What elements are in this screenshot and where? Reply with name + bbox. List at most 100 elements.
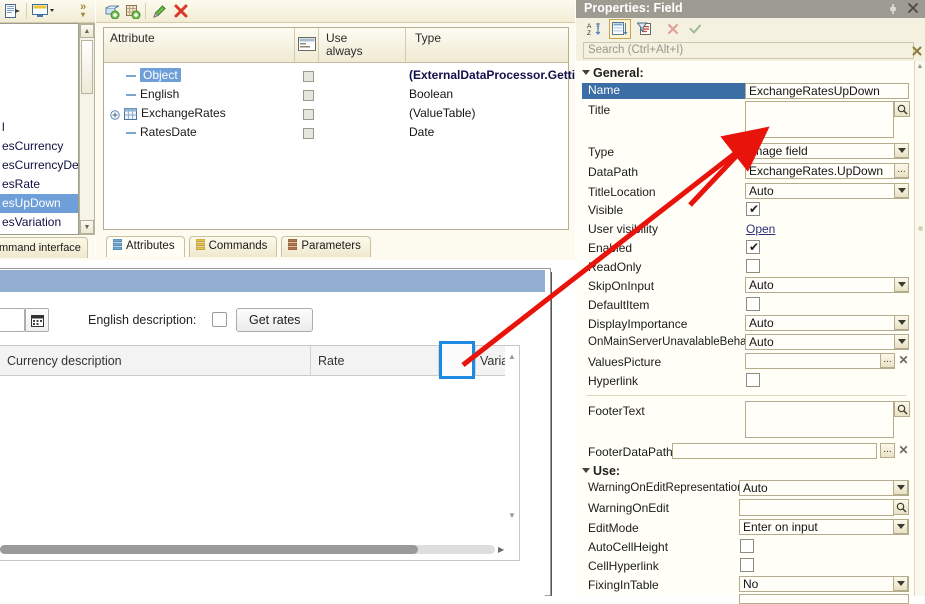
property-checkbox-enabled[interactable]: ✔	[746, 240, 760, 254]
group-header-use[interactable]: Use:	[582, 464, 620, 478]
english-description-checkbox[interactable]	[212, 312, 227, 327]
property-value-titlelocation[interactable]: Auto	[745, 183, 909, 199]
sort-alphabetical-icon[interactable]: AZ	[584, 19, 606, 39]
use-always-checkbox[interactable]	[303, 128, 314, 139]
property-checkbox-readonly[interactable]	[746, 259, 760, 273]
property-value-skiponinput[interactable]: Auto	[745, 277, 909, 293]
property-value-displayimportance[interactable]: Auto	[745, 315, 909, 331]
property-value-valuespicture[interactable]	[745, 353, 895, 369]
column-header-use-always[interactable]: Use always	[320, 28, 408, 62]
rates-table-vertical-scrollbar[interactable]: ▲ ▼	[505, 346, 519, 542]
property-checkbox-autocellheight[interactable]	[740, 539, 754, 553]
clear-search-icon[interactable]	[910, 42, 924, 59]
list-item-selected[interactable]: esUpDown	[0, 194, 78, 213]
displayimportance-dropdown-chevron-icon[interactable]	[894, 315, 909, 330]
use-always-checkbox[interactable]	[303, 109, 314, 120]
list-item[interactable]: esRate	[0, 175, 78, 194]
pin-icon[interactable]	[886, 2, 900, 16]
tab-commands[interactable]: Commands	[188, 236, 278, 257]
column-header-type[interactable]: Type	[409, 28, 569, 62]
property-value-warningonedit[interactable]	[739, 499, 894, 516]
tab-command-interface[interactable]: mmand interface	[0, 237, 88, 258]
get-rates-button[interactable]: Get rates	[236, 308, 314, 332]
property-value-type[interactable]: Image field	[745, 143, 909, 159]
scrollbar-thumb[interactable]	[0, 545, 418, 554]
use-always-checkbox[interactable]	[303, 71, 314, 82]
edit-icon[interactable]	[149, 2, 169, 20]
scroll-up-arrow-icon[interactable]: ▲	[508, 352, 516, 361]
calendar-icon[interactable]	[25, 308, 49, 332]
property-link-user-visibility[interactable]: Open	[746, 222, 775, 236]
left-list-vertical-scrollbar[interactable]: ▲ ▼	[79, 23, 95, 235]
column-header-currency-description[interactable]: Currency description	[7, 346, 122, 376]
overflow-chevrons-icon[interactable]: » ▾	[74, 0, 92, 22]
warningonedit-representation-dropdown-chevron-icon[interactable]	[893, 480, 908, 495]
table-row[interactable]: ExchangeRates (ValueTable)	[104, 104, 568, 123]
collapse-triangle-icon[interactable]	[582, 70, 590, 75]
open-module-icon[interactable]	[2, 2, 22, 20]
filter-icon[interactable]	[634, 19, 656, 39]
property-value-title[interactable]	[745, 101, 894, 138]
apply-icon[interactable]	[684, 19, 706, 39]
scroll-right-arrow-icon[interactable]: ▶	[498, 545, 504, 554]
tab-parameters[interactable]: Parameters	[281, 236, 371, 257]
property-value-datapath[interactable]: ExchangeRates.UpDown	[745, 163, 909, 179]
property-checkbox-hyperlink[interactable]	[746, 373, 760, 387]
close-icon[interactable]	[906, 1, 920, 15]
scroll-up-arrow-icon[interactable]: ▲	[80, 24, 94, 38]
attribute-name[interactable]: English	[140, 87, 179, 101]
valuespicture-ellipsis-button[interactable]: ...	[880, 353, 895, 368]
fixingintable-dropdown-chevron-icon[interactable]	[893, 576, 908, 591]
column-header-attribute[interactable]: Attribute	[104, 28, 294, 62]
type-dropdown-chevron-icon[interactable]	[894, 143, 909, 158]
list-item[interactable]: esVariation	[0, 213, 78, 232]
property-value-warningoneditrepresentation[interactable]: Auto	[739, 480, 909, 496]
table-row[interactable]: English Boolean	[104, 85, 568, 104]
property-value-footerdatapath[interactable]	[672, 443, 877, 459]
group-header-general[interactable]: General:	[582, 66, 644, 80]
list-item[interactable]: esCurrencyDe_	[0, 156, 78, 175]
property-value-footertext[interactable]	[745, 401, 894, 438]
attributes-grid[interactable]: Attribute Use always Type Object (Extern…	[103, 27, 575, 230]
valuespicture-clear-icon[interactable]: ✕	[897, 353, 910, 367]
property-value-editmode[interactable]: Enter on input	[739, 519, 909, 535]
editmode-dropdown-chevron-icon[interactable]	[893, 519, 908, 534]
table-row[interactable]: Object (ExternalDataProcessor.Gettin_	[104, 66, 575, 85]
tab-attributes[interactable]: Attributes	[106, 236, 185, 257]
list-item[interactable]: esCurrency	[0, 137, 78, 156]
add-attribute-icon[interactable]	[102, 2, 122, 20]
footerdatapath-clear-icon[interactable]: ✕	[897, 443, 910, 457]
datapath-ellipsis-button[interactable]: ...	[894, 163, 909, 178]
scroll-down-arrow-icon[interactable]: ▼	[508, 511, 516, 520]
column-header-rate[interactable]: Rate	[318, 346, 344, 376]
scroll-down-arrow-icon[interactable]: ▼	[80, 220, 94, 234]
collapse-triangle-icon[interactable]	[582, 468, 590, 473]
add-table-icon[interactable]	[123, 2, 143, 20]
attribute-name[interactable]: ExchangeRates	[141, 106, 226, 120]
scrollbar-thumb[interactable]	[918, 226, 923, 231]
attribute-name[interactable]: RatesDate	[140, 125, 197, 139]
table-row[interactable]: RatesDate Date	[104, 123, 568, 142]
property-checkbox-defaultitem[interactable]	[746, 297, 760, 311]
onmainserver-dropdown-chevron-icon[interactable]	[894, 334, 909, 349]
list-item[interactable]: l	[0, 118, 78, 137]
rates-date-input[interactable]	[0, 308, 25, 332]
property-label-name[interactable]: Name	[582, 83, 750, 99]
rates-table-horizontal-scrollbar[interactable]: ▶	[0, 542, 505, 558]
use-always-checkbox[interactable]	[303, 90, 314, 101]
expand-node-icon[interactable]	[110, 109, 120, 123]
property-value-name[interactable]: ExchangeRatesUpDown	[745, 83, 909, 99]
titlelocation-dropdown-chevron-icon[interactable]	[894, 183, 909, 198]
left-object-list[interactable]: l esCurrency esCurrencyDe_ esRate esUpDo…	[0, 23, 79, 235]
property-value-fixingintable[interactable]: No	[739, 576, 909, 592]
display-monitor-icon[interactable]	[31, 2, 55, 20]
properties-list[interactable]: General: Name ExchangeRatesUpDown Title …	[576, 61, 914, 604]
scroll-up-arrow-icon[interactable]: ▲	[915, 61, 925, 72]
warningonedit-search-icon[interactable]	[893, 499, 909, 515]
property-checkbox-cellhyperlink[interactable]	[740, 558, 754, 572]
property-value-onmainserverunavalablebehav[interactable]: Auto	[745, 334, 909, 350]
search-input[interactable]: Search (Ctrl+Alt+I)	[583, 42, 914, 59]
footerdatapath-ellipsis-button[interactable]: ...	[880, 443, 895, 458]
delete-icon[interactable]	[171, 2, 191, 20]
property-checkbox-visible[interactable]: ✔	[746, 202, 760, 216]
